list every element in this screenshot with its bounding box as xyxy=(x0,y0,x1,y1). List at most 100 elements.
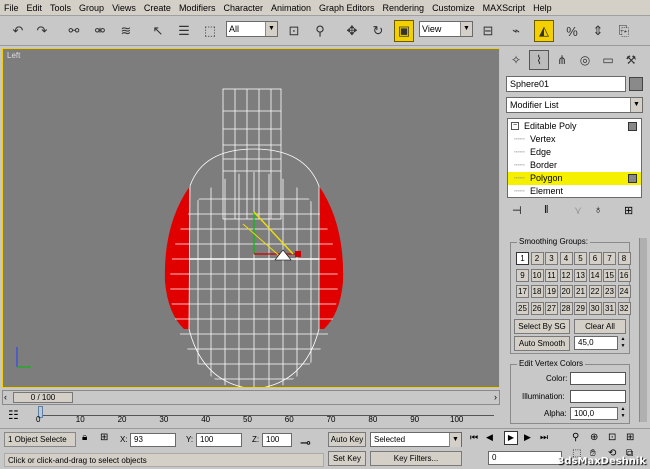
auto-smooth-button[interactable]: Auto Smooth xyxy=(514,336,570,351)
select-and-rotate-icon[interactable]: ↻ xyxy=(368,20,388,42)
menu-rendering[interactable]: Rendering xyxy=(383,3,425,13)
select-by-name-icon[interactable]: ☰ xyxy=(174,20,194,42)
stack-item-border[interactable]: ┄┄ Border xyxy=(508,159,641,172)
stack-item-editable-poly[interactable]: − Editable Poly xyxy=(508,120,641,133)
object-name-field[interactable]: Sphere01 xyxy=(506,76,626,92)
z-coordinate-field[interactable]: 100 xyxy=(262,433,292,447)
snap-toggle-icon[interactable]: ⌁ xyxy=(506,20,526,42)
smoothing-group-1[interactable]: 1 xyxy=(516,252,529,265)
select-and-link-icon[interactable]: ⚯ xyxy=(64,20,84,42)
smoothing-group-4[interactable]: 4 xyxy=(559,252,573,265)
show-end-result-icon[interactable]: ‖ xyxy=(544,204,549,216)
time-slider-handle[interactable]: 0 / 100 xyxy=(13,392,73,403)
smoothing-group-13[interactable]: 13 xyxy=(574,268,587,282)
modifier-list-dropdown[interactable]: Modifier List ▼ xyxy=(506,97,643,113)
menu-tools[interactable]: Tools xyxy=(50,3,71,13)
reference-coordinate-dropdown[interactable]: View ▼ xyxy=(419,21,473,37)
remove-modifier-icon[interactable]: ♁ xyxy=(594,204,602,216)
smoothing-group-15[interactable]: 15 xyxy=(603,268,616,282)
menu-help[interactable]: Help xyxy=(533,3,552,13)
angle-snap-icon[interactable]: ◭ xyxy=(534,20,554,42)
clear-all-button[interactable]: Clear All xyxy=(574,319,626,334)
zoom-all-icon[interactable]: ⊕ xyxy=(590,432,598,443)
illumination-swatch[interactable] xyxy=(570,390,626,403)
smoothing-group-17[interactable]: 17 xyxy=(516,285,529,298)
menu-animation[interactable]: Animation xyxy=(271,3,311,13)
smoothing-group-22[interactable]: 22 xyxy=(588,285,602,298)
smoothing-group-27[interactable]: 27 xyxy=(545,301,558,315)
lock-selection-icon[interactable]: 🔒︎ xyxy=(82,432,87,443)
select-and-manipulate-icon[interactable]: ⚲ xyxy=(310,20,330,42)
display-tab-icon[interactable]: ▭ xyxy=(598,50,618,70)
select-and-move-icon[interactable]: ✥ xyxy=(342,20,362,42)
smoothing-group-23[interactable]: 23 xyxy=(603,285,616,298)
menu-modifiers[interactable]: Modifiers xyxy=(179,3,216,13)
smoothing-group-12[interactable]: 12 xyxy=(559,268,573,282)
selection-filter-dropdown[interactable]: All ▼ xyxy=(226,21,278,37)
create-tab-icon[interactable]: ✧ xyxy=(506,50,526,70)
smoothing-group-19[interactable]: 19 xyxy=(545,285,558,298)
configure-modifier-sets-icon[interactable]: ⊞ xyxy=(624,204,633,217)
next-frame-icon[interactable]: ▶ xyxy=(524,432,531,443)
smoothing-group-14[interactable]: 14 xyxy=(588,268,602,282)
select-object-icon[interactable]: ↖ xyxy=(148,20,168,42)
set-key-button[interactable]: Set Key xyxy=(328,451,366,466)
command-panel-scrollbar[interactable] xyxy=(639,238,647,422)
bind-to-space-warp-icon[interactable]: ≋ xyxy=(116,20,136,42)
track-bar[interactable]: ☷ 0 10 20 30 40 50 60 70 80 90 100 xyxy=(2,406,500,426)
zoom-extents-icon[interactable]: ⊡ xyxy=(608,432,616,443)
modify-tab-icon[interactable]: ⌇ xyxy=(529,50,549,70)
color-swatch[interactable] xyxy=(570,372,626,385)
key-filters-button[interactable]: Key Filters... xyxy=(370,451,462,466)
menu-graph-editors[interactable]: Graph Editors xyxy=(319,3,375,13)
smoothing-group-25[interactable]: 25 xyxy=(516,301,529,315)
menu-views[interactable]: Views xyxy=(112,3,136,13)
use-pivot-center-icon[interactable]: ⊟ xyxy=(478,20,498,42)
previous-frame-icon[interactable]: ◀ xyxy=(486,432,493,443)
spinner-snap-icon[interactable]: ⇕ xyxy=(588,20,608,42)
smoothing-group-6[interactable]: 6 xyxy=(588,252,602,265)
select-by-sg-button[interactable]: Select By SG xyxy=(514,319,570,334)
pin-stack-icon[interactable]: ⊣ xyxy=(512,204,522,217)
absolute-mode-icon[interactable]: ⊞ xyxy=(100,432,108,443)
hierarchy-tab-icon[interactable]: ⋔ xyxy=(552,50,572,70)
key-set-dropdown[interactable]: Selected ▼ xyxy=(370,432,462,447)
menu-group[interactable]: Group xyxy=(79,3,104,13)
smoothing-group-5[interactable]: 5 xyxy=(574,252,587,265)
smoothing-group-21[interactable]: 21 xyxy=(574,285,587,298)
select-and-scale-icon[interactable]: ▣ xyxy=(394,20,414,42)
smoothing-group-9[interactable]: 9 xyxy=(516,268,529,282)
redo-icon[interactable]: ↷ xyxy=(32,20,52,42)
window-crossing-icon[interactable]: ⊡ xyxy=(284,20,304,42)
smoothing-group-32[interactable]: 32 xyxy=(617,301,631,315)
stack-item-vertex[interactable]: ┄┄ Vertex xyxy=(508,133,641,146)
percent-snap-icon[interactable]: % xyxy=(562,20,582,42)
smoothing-group-11[interactable]: 11 xyxy=(545,268,558,282)
time-slider-next-icon[interactable]: › xyxy=(494,392,497,402)
alpha-field[interactable]: 100,0 xyxy=(570,407,618,420)
smoothing-group-29[interactable]: 29 xyxy=(574,301,587,315)
smoothing-group-8[interactable]: 8 xyxy=(617,252,631,265)
smoothing-group-28[interactable]: 28 xyxy=(559,301,573,315)
stack-item-edge[interactable]: ┄┄ Edge xyxy=(508,146,641,159)
unlink-icon[interactable]: ⚮ xyxy=(90,20,110,42)
left-viewport[interactable]: Left xyxy=(2,48,500,388)
motion-tab-icon[interactable]: ◎ xyxy=(575,50,595,70)
auto-smooth-threshold-field[interactable]: 45,0 xyxy=(574,336,618,350)
stack-item-element[interactable]: ┄┄ Element xyxy=(508,185,641,198)
smoothing-group-16[interactable]: 16 xyxy=(617,268,631,282)
current-frame-field[interactable]: 0 xyxy=(488,451,562,465)
utilities-tab-icon[interactable]: ⚒ xyxy=(621,50,641,70)
zoom-icon[interactable]: ⚲ xyxy=(572,432,579,443)
smoothing-group-30[interactable]: 30 xyxy=(588,301,602,315)
play-icon[interactable]: ▶ xyxy=(504,431,518,445)
smoothing-group-24[interactable]: 24 xyxy=(617,285,631,298)
mini-curve-editor-icon[interactable]: ☷ xyxy=(8,408,19,422)
zoom-extents-all-icon[interactable]: ⊞ xyxy=(626,432,634,443)
go-to-start-icon[interactable]: ⏮ xyxy=(470,432,478,443)
menu-edit[interactable]: Edit xyxy=(27,3,43,13)
smoothing-group-7[interactable]: 7 xyxy=(603,252,616,265)
menu-maxscript[interactable]: MAXScript xyxy=(483,3,526,13)
menu-character[interactable]: Character xyxy=(223,3,263,13)
menu-file[interactable]: File xyxy=(4,3,19,13)
